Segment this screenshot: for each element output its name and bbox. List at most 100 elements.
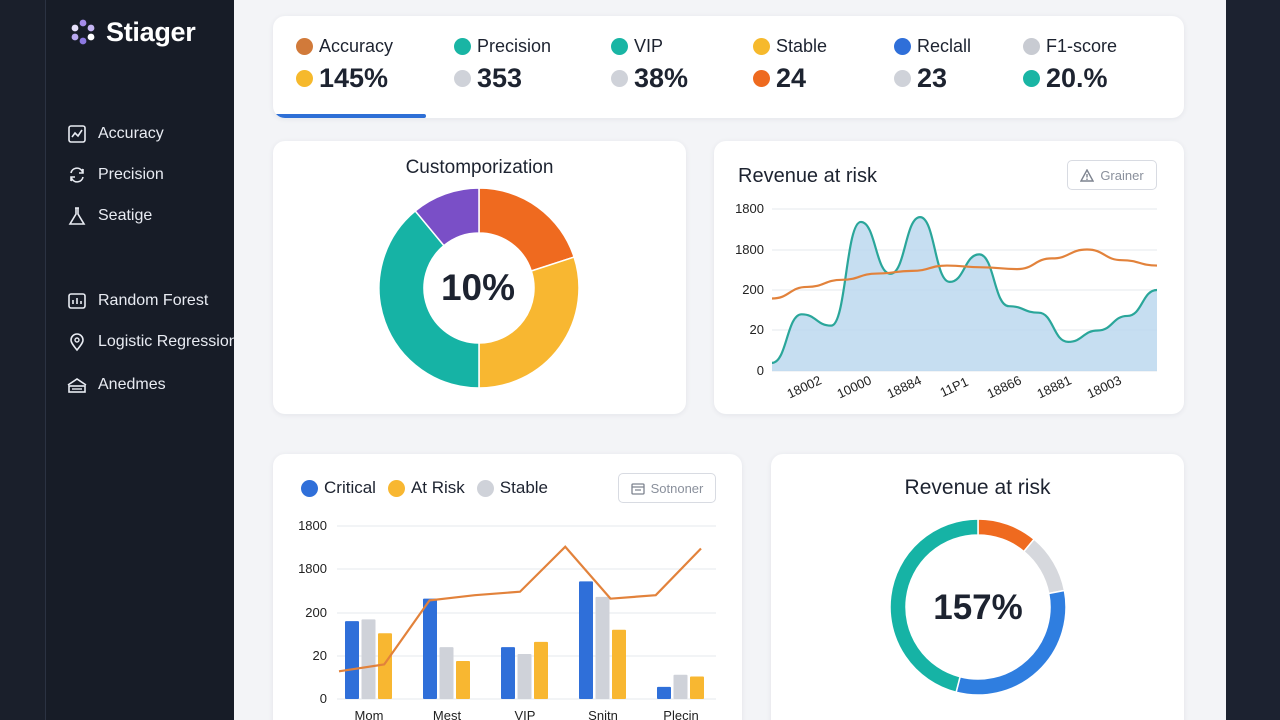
sidebar-item-random-forest[interactable]: Random Forest bbox=[66, 290, 208, 312]
legend-dot bbox=[296, 38, 313, 55]
legend-dot bbox=[296, 70, 313, 87]
brand-logo-icon bbox=[71, 19, 95, 45]
map-pin-icon bbox=[66, 331, 88, 353]
bar[interactable] bbox=[534, 641, 548, 699]
x-tick-label: VIP bbox=[515, 708, 536, 720]
bar[interactable] bbox=[690, 676, 704, 699]
legend-dot bbox=[894, 38, 911, 55]
x-tick-label: 10000 bbox=[835, 372, 874, 401]
y-tick-label: 0 bbox=[320, 691, 327, 706]
sidebar-item-label: Precision bbox=[98, 166, 164, 183]
kpi-label: Accuracy bbox=[319, 36, 394, 56]
active-tab-indicator bbox=[273, 114, 426, 118]
legend-dot bbox=[611, 70, 628, 87]
sidebar-item-label: Random Forest bbox=[98, 292, 209, 309]
main-content: Accuracy 145% Precision 353 VIP 38% Stab… bbox=[234, 0, 1226, 720]
donut-slice[interactable] bbox=[977, 518, 1036, 553]
x-tick-label: 18884 bbox=[885, 372, 924, 401]
y-tick-label: 200 bbox=[305, 605, 327, 620]
kpi-label: F1-score bbox=[1046, 36, 1118, 56]
x-tick-label: 18866 bbox=[985, 372, 1024, 401]
y-tick-label: 20 bbox=[750, 322, 764, 337]
y-tick-label: 0 bbox=[757, 363, 764, 378]
legend-dot bbox=[1023, 70, 1040, 87]
layers-icon bbox=[66, 374, 88, 396]
brand[interactable]: Stiager bbox=[68, 16, 196, 48]
legend-dot bbox=[753, 38, 770, 55]
legend-dot bbox=[1023, 38, 1040, 55]
x-tick-label: Mom bbox=[355, 708, 384, 720]
kpi-f1-score[interactable]: F1-score 20.% bbox=[1023, 36, 1173, 94]
kpi-vip[interactable]: VIP 38% bbox=[611, 36, 761, 94]
area-line-chart: 0 20 200 1800 1800 18002 10000 18884 11P1 18866 18… bbox=[735, 201, 1158, 401]
bar[interactable] bbox=[595, 596, 610, 699]
donut-chart bbox=[889, 518, 1067, 696]
legend-dot bbox=[894, 70, 911, 87]
legend-dot bbox=[454, 38, 471, 55]
bar[interactable] bbox=[456, 660, 470, 699]
donut-slice[interactable] bbox=[1022, 538, 1066, 595]
legend-dot bbox=[753, 70, 770, 87]
bar[interactable] bbox=[579, 581, 593, 699]
x-tick-label: 18003 bbox=[1085, 372, 1124, 401]
kpi-label: Reclall bbox=[917, 36, 972, 56]
area-series-fill bbox=[772, 217, 1157, 371]
sidebar-item-anedmes[interactable]: Anedmes bbox=[66, 374, 166, 396]
window-frame-left bbox=[0, 0, 46, 720]
x-tick-label: Mest bbox=[433, 708, 462, 720]
sidebar-item-precision[interactable]: Precision bbox=[66, 164, 164, 186]
trend-line[interactable] bbox=[338, 545, 702, 673]
tree-box-icon bbox=[66, 290, 88, 312]
line-panel-revenue-at-risk: Revenue at risk Grainer 0 20 200 1800 1800 18… bbox=[714, 141, 1184, 414]
x-tick-label: Snitn bbox=[588, 708, 618, 720]
kpi-accuracy[interactable]: Accuracy 145% bbox=[296, 36, 446, 94]
y-tick-label: 1800 bbox=[298, 561, 327, 576]
kpi-stable[interactable]: Stable 24 bbox=[753, 36, 903, 94]
y-tick-label: 1800 bbox=[735, 242, 764, 257]
chart-box-icon bbox=[66, 123, 88, 145]
bar[interactable] bbox=[612, 629, 626, 699]
x-tick-label: 18002 bbox=[785, 372, 824, 401]
bar[interactable] bbox=[657, 686, 671, 699]
kpi-recall[interactable]: Reclall 23 bbox=[894, 36, 1044, 94]
refresh-arrows-icon bbox=[66, 164, 88, 186]
kpi-label: Stable bbox=[776, 36, 828, 56]
bar[interactable] bbox=[345, 621, 359, 699]
sidebar-item-logistic-regression[interactable]: Logistic Regression bbox=[66, 331, 238, 353]
sidebar: Stiager Accuracy Precision Seatige Rando… bbox=[46, 0, 238, 720]
y-tick-label: 1800 bbox=[735, 201, 764, 216]
kpi-label: VIP bbox=[634, 36, 664, 56]
legend-dot bbox=[454, 70, 471, 87]
bar[interactable] bbox=[439, 647, 454, 699]
y-tick-label: 20 bbox=[313, 648, 327, 663]
bar[interactable] bbox=[423, 598, 437, 699]
bar[interactable] bbox=[673, 674, 688, 699]
sidebar-item-seatige[interactable]: Seatige bbox=[66, 205, 152, 227]
bar[interactable] bbox=[501, 647, 515, 699]
window-frame-right bbox=[1226, 0, 1280, 720]
x-tick-label: Plecin bbox=[663, 708, 698, 720]
sidebar-item-label: Logistic Regression bbox=[98, 333, 238, 350]
sidebar-item-accuracy[interactable]: Accuracy bbox=[66, 123, 164, 145]
bar-panel: Critical At Risk Stable Sotnoner 0 20 200 1… bbox=[273, 454, 742, 720]
y-tick-label: 1800 bbox=[298, 518, 327, 533]
x-tick-label: 18881 bbox=[1035, 372, 1074, 401]
donut-panel-revenue-at-risk: Revenue at risk 157% bbox=[771, 454, 1184, 720]
bar-line-chart: 0 20 200 1800 1800 Mom Mest VIP Snitn Plecin bbox=[298, 518, 716, 720]
kpi-value: 145% bbox=[319, 63, 389, 93]
kpi-precision[interactable]: Precision 353 bbox=[454, 36, 604, 94]
bar[interactable] bbox=[361, 619, 376, 699]
kpi-value: 353 bbox=[477, 63, 523, 93]
sidebar-item-label: Anedmes bbox=[98, 376, 166, 393]
bar[interactable] bbox=[517, 654, 532, 699]
kpi-value: 20.% bbox=[1046, 63, 1108, 93]
legend-dot bbox=[611, 38, 628, 55]
y-tick-label: 200 bbox=[742, 282, 764, 297]
kpi-value: 23 bbox=[917, 63, 948, 93]
flask-icon bbox=[66, 205, 88, 227]
donut-center-value: 10% bbox=[440, 267, 516, 308]
sidebar-item-label: Accuracy bbox=[98, 125, 164, 142]
kpi-strip: Accuracy 145% Precision 353 VIP 38% Stab… bbox=[273, 16, 1184, 118]
kpi-label: Precision bbox=[477, 36, 552, 56]
donut-slice[interactable] bbox=[478, 187, 576, 272]
